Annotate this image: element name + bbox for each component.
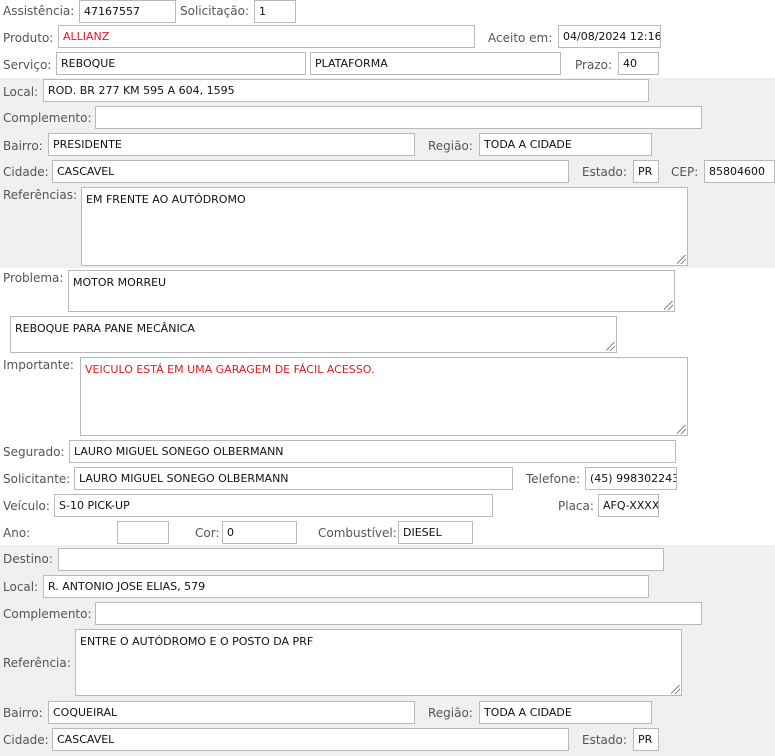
origem-local-field[interactable]: ROD. BR 277 KM 595 A 604, 1595 <box>43 79 649 102</box>
destino-cidade-field[interactable]: CASCAVEL <box>52 728 569 751</box>
destino-estado-field[interactable]: PR <box>633 728 659 751</box>
origem-referencias-label: Referências: <box>3 188 78 202</box>
importante-textarea[interactable]: VEICULO ESTÁ EM UMA GARAGEM DE FÁCIL ACE… <box>80 357 688 436</box>
origem-estado-field[interactable]: PR <box>633 160 659 183</box>
destino-referencia-textarea[interactable]: ENTRE O AUTÓDROMO E O POSTO DA PRF <box>75 629 682 696</box>
produto-label: Produto: <box>3 31 54 45</box>
problema-text: MOTOR MORREU <box>73 276 167 289</box>
origem-regiao-field[interactable]: TODA A CIDADE <box>479 133 652 156</box>
importante-text: VEICULO ESTÁ EM UMA GARAGEM DE FÁCIL ACE… <box>85 363 375 376</box>
placa-field[interactable]: AFQ-XXXX <box>598 494 659 517</box>
origem-estado-label: Estado: <box>582 165 627 179</box>
origem-cidade-field[interactable]: CASCAVEL <box>52 160 569 183</box>
destino-cidade-label: Cidade: <box>3 733 49 747</box>
origem-complemento-label: Complemento: <box>3 111 92 125</box>
segurado-label: Segurado: <box>3 445 65 459</box>
origem-local-label: Local: <box>3 85 39 99</box>
prazo-label: Prazo: <box>575 58 612 72</box>
problema-descricao-text: REBOQUE PARA PANE MECÂNICA <box>15 322 195 335</box>
veiculo-label: Veículo: <box>3 499 50 513</box>
origem-cep-label: CEP: <box>671 165 699 179</box>
resize-grip-icon[interactable] <box>606 342 615 351</box>
origem-cep-field[interactable]: 85804600 <box>704 160 775 183</box>
destino-estado-label: Estado: <box>582 733 627 747</box>
assistencia-field[interactable]: 47167557 <box>79 0 176 23</box>
segurado-field[interactable]: LAURO MIGUEL SONEGO OLBERMANN <box>69 440 676 463</box>
produto-field[interactable]: ALLIANZ <box>58 25 475 48</box>
solicitante-field[interactable]: LAURO MIGUEL SONEGO OLBERMANN <box>74 467 513 490</box>
destino-bairro-field[interactable]: COQUEIRAL <box>48 701 415 724</box>
ano-field[interactable] <box>117 521 169 544</box>
resize-grip-icon[interactable] <box>664 301 673 310</box>
destino-bairro-label: Bairro: <box>3 706 43 720</box>
assistencia-label: Assistência: <box>3 4 75 18</box>
cor-field[interactable]: 0 <box>222 521 297 544</box>
origem-complemento-field[interactable] <box>95 106 702 129</box>
resize-grip-icon[interactable] <box>677 425 686 434</box>
destino-regiao-label: Região: <box>428 706 473 720</box>
problema-descricao-textarea[interactable]: REBOQUE PARA PANE MECÂNICA <box>10 316 617 353</box>
problema-textarea[interactable]: MOTOR MORREU <box>68 270 675 312</box>
resize-grip-icon[interactable] <box>671 685 680 694</box>
solicitante-label: Solicitante: <box>3 472 71 486</box>
servico-label: Serviço: <box>3 58 52 72</box>
destino-label: Destino: <box>3 552 53 566</box>
aceito-label: Aceito em: <box>488 31 553 45</box>
solicitacao-field[interactable]: 1 <box>254 0 296 23</box>
combustivel-field[interactable]: DIESEL <box>398 521 473 544</box>
origem-regiao-label: Região: <box>428 139 473 153</box>
importante-label: Importante: <box>3 358 74 372</box>
destino-complemento-field[interactable] <box>95 602 702 625</box>
telefone-field[interactable]: (45) 998302243 <box>585 467 677 490</box>
servico-field[interactable]: REBOQUE <box>56 52 306 75</box>
problema-label: Problema: <box>3 271 64 285</box>
destino-referencia-label: Referência: <box>3 656 71 670</box>
servico-tipo-field[interactable]: PLATAFORMA <box>310 52 561 75</box>
solicitacao-label: Solicitação: <box>180 4 249 18</box>
telefone-label: Telefone: <box>526 472 580 486</box>
origem-cidade-label: Cidade: <box>3 165 49 179</box>
origem-referencias-text: EM FRENTE AO AUTÓDROMO <box>86 193 246 206</box>
ano-label: Ano: <box>3 526 31 540</box>
destino-local-field[interactable]: R. ANTONIO JOSE ELIAS, 579 <box>43 575 649 598</box>
cor-label: Cor: <box>195 526 220 540</box>
placa-label: Placa: <box>558 499 594 513</box>
destino-complemento-label: Complemento: <box>3 607 92 621</box>
combustivel-label: Combustível: <box>318 526 397 540</box>
veiculo-field[interactable]: S-10 PICK-UP <box>54 494 493 517</box>
origem-referencias-textarea[interactable]: EM FRENTE AO AUTÓDROMO <box>81 187 688 266</box>
origem-bairro-label: Bairro: <box>3 139 43 153</box>
resize-grip-icon[interactable] <box>677 255 686 264</box>
destino-referencia-text: ENTRE O AUTÓDROMO E O POSTO DA PRF <box>80 635 314 648</box>
prazo-field[interactable]: 40 <box>618 52 659 75</box>
destino-local-label: Local: <box>3 580 39 594</box>
origem-bairro-field[interactable]: PRESIDENTE <box>48 133 415 156</box>
destino-field[interactable] <box>58 548 664 571</box>
destino-regiao-field[interactable]: TODA A CIDADE <box>479 701 652 724</box>
aceito-field[interactable]: 04/08/2024 12:16 <box>558 25 661 48</box>
